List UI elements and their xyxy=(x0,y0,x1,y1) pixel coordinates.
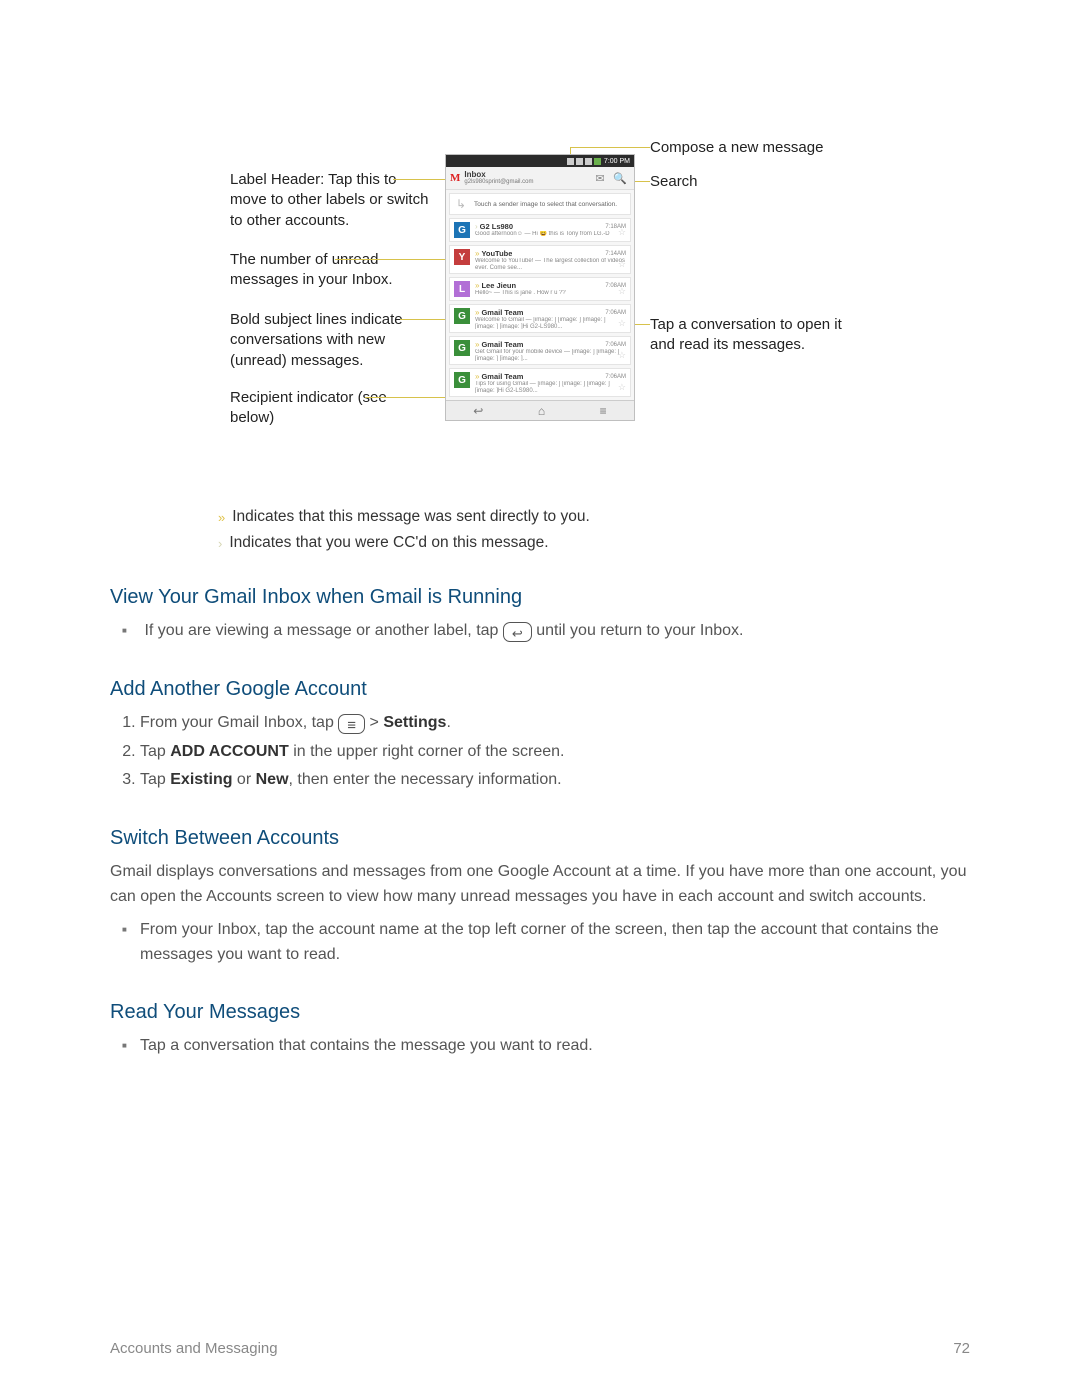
message-row[interactable]: G›G2 Ls9807:18AMGood afternoon☺ — Hi 😄 t… xyxy=(449,218,631,242)
recipient-chevron-icon: » xyxy=(475,340,478,349)
compose-icon[interactable]: ✉ xyxy=(590,170,610,186)
home-icon[interactable]: ⌂ xyxy=(538,404,545,418)
message-time: 7:06AM xyxy=(605,310,626,316)
avatar[interactable]: G xyxy=(454,308,470,324)
message-list: G›G2 Ls9807:18AMGood afternoon☺ — Hi 😄 t… xyxy=(446,218,634,397)
ann-recipient: Recipient indicator (see below) xyxy=(230,388,430,429)
step-3: Tap Existing or New, then enter the nece… xyxy=(140,768,970,793)
recipient-chevron-icon: » xyxy=(475,249,478,258)
message-row[interactable]: G »Gmail Team 7:06AMGet Gmail for your mob… xyxy=(449,336,631,365)
status-bar: 7:00 PM xyxy=(446,155,634,167)
dismiss-arrow-icon: ↳ xyxy=(454,197,468,211)
sender-name: Gmail Team xyxy=(481,372,523,381)
footer-section: Accounts and Messaging xyxy=(110,1340,278,1357)
message-row[interactable]: G »Gmail Team 7:06AMWelcome to Gmail — [im… xyxy=(449,304,631,333)
para-switch: Gmail displays conversations and message… xyxy=(110,860,970,910)
heading-switch-accounts: Switch Between Accounts xyxy=(110,827,970,850)
sender-name: YouTube xyxy=(481,249,512,258)
legend-cc: › Indicates that you were CC'd on this m… xyxy=(218,534,970,552)
message-row[interactable]: G »Gmail Team 7:06AMTips for using Gmail —… xyxy=(449,368,631,397)
sender-name: Gmail Team xyxy=(481,308,523,317)
inbox-label: Inbox xyxy=(464,171,590,179)
avatar[interactable]: L xyxy=(454,281,470,297)
message-preview: Get Gmail for your mobile device — [imag… xyxy=(475,349,626,361)
sender-name: G2 Ls980 xyxy=(480,222,513,231)
message-row[interactable]: Y »YouTube 7:14AMWelcome to YouTube! — The… xyxy=(449,245,631,274)
chevron-single-icon: › xyxy=(218,536,221,551)
heading-read-messages: Read Your Messages xyxy=(110,1001,970,1024)
ann-unread-count: The number of unread messages in your In… xyxy=(230,250,430,291)
star-icon[interactable]: ☆ xyxy=(618,350,626,361)
bullet-switch: From your Inbox, tap the account name at… xyxy=(140,918,970,968)
legend-direct: » Indicates that this message was sent d… xyxy=(218,508,970,526)
back-key-icon xyxy=(503,622,532,642)
recipient-chevron-icon: » xyxy=(475,372,478,381)
message-preview: Good afternoon☺ — Hi 😄 this is Tony from… xyxy=(475,231,626,238)
recipient-chevron-icon: › xyxy=(475,222,477,231)
search-icon[interactable]: 🔍 xyxy=(610,170,630,186)
phone-screenshot: 7:00 PM M Inbox g2ls980sprint@gmail.com … xyxy=(445,154,635,421)
recipient-chevron-icon: » xyxy=(475,281,478,290)
avatar[interactable]: Y xyxy=(454,249,470,265)
bullet-read: Tap a conversation that contains the mes… xyxy=(140,1034,970,1059)
chevron-double-icon: » xyxy=(218,510,224,525)
star-icon[interactable]: ☆ xyxy=(618,286,626,297)
message-time: 7:14AM xyxy=(605,251,626,257)
message-preview: Tips for using Gmail — [image: ] [image:… xyxy=(475,381,626,393)
recent-icon[interactable]: ≡ xyxy=(600,404,607,418)
star-icon[interactable]: ☆ xyxy=(618,259,626,270)
message-preview: Hello~ — This is jane . How r u ?? xyxy=(475,290,626,297)
star-icon[interactable]: ☆ xyxy=(618,227,626,238)
sender-name: Gmail Team xyxy=(481,340,523,349)
star-icon[interactable]: ☆ xyxy=(618,318,626,329)
message-preview: Welcome to YouTube! — The largest collec… xyxy=(475,258,626,270)
step-2: Tap ADD ACCOUNT in the upper right corne… xyxy=(140,740,970,765)
avatar[interactable]: G xyxy=(454,340,470,356)
recipient-chevron-icon: » xyxy=(475,308,478,317)
message-row[interactable]: L»Lee Jieun7:08AMHello~ — This is jane .… xyxy=(449,277,631,301)
message-time: 7:06AM xyxy=(605,374,626,380)
annotated-screenshot: Label Header: Tap this to move to other … xyxy=(110,130,970,500)
helper-text: Touch a sender image to select that conv… xyxy=(474,201,617,208)
helper-banner: ↳ Touch a sender image to select that co… xyxy=(449,193,631,215)
footer-page-number: 72 xyxy=(953,1340,970,1357)
ann-compose: Compose a new message xyxy=(650,138,850,158)
bullet-return-inbox: If you are viewing a message or another … xyxy=(140,619,970,644)
nav-bar: ↩ ⌂ ≡ xyxy=(446,400,634,420)
back-icon[interactable]: ↩ xyxy=(473,404,483,418)
ann-search: Search xyxy=(650,172,850,192)
status-time: 7:00 PM xyxy=(604,158,630,165)
sender-name: Lee Jieun xyxy=(481,281,516,290)
avatar[interactable]: G xyxy=(454,372,470,388)
ann-tap-open: Tap a conversation to open it and read i… xyxy=(650,315,850,356)
star-icon[interactable]: ☆ xyxy=(618,382,626,393)
message-time: 7:06AM xyxy=(605,342,626,348)
menu-key-icon xyxy=(338,714,365,734)
heading-add-account: Add Another Google Account xyxy=(110,678,970,701)
message-preview: Welcome to Gmail — [image: ] [image: ] [… xyxy=(475,317,626,329)
app-bar[interactable]: M Inbox g2ls980sprint@gmail.com ✉ 🔍 xyxy=(446,167,634,190)
avatar[interactable]: G xyxy=(454,222,470,238)
page-footer: Accounts and Messaging 72 xyxy=(110,1340,970,1357)
gmail-logo-icon: M xyxy=(450,172,460,184)
account-email: g2ls980sprint@gmail.com xyxy=(464,179,590,185)
step-1: From your Gmail Inbox, tap > Settings. xyxy=(140,711,970,736)
heading-view-inbox: View Your Gmail Inbox when Gmail is Runn… xyxy=(110,586,970,609)
